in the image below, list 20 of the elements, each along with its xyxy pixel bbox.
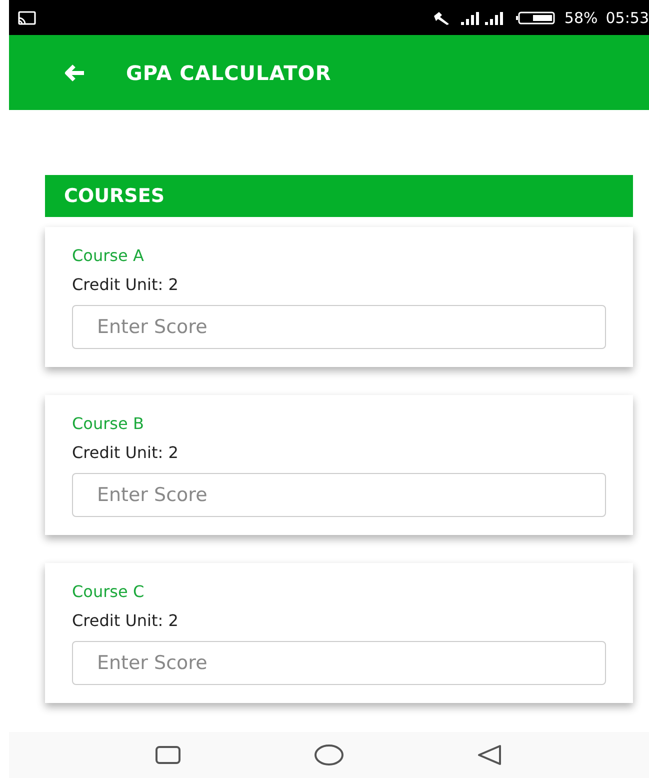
cast-icon [18,10,36,24]
battery-percent: 58% [564,8,598,26]
score-input[interactable]: Enter Score [72,473,606,517]
back-icon[interactable] [476,744,503,766]
app-title: GPA CALCULATOR [126,60,332,84]
back-button[interactable] [64,64,86,82]
score-input[interactable]: Enter Score [72,305,606,349]
score-input[interactable]: Enter Score [72,641,606,685]
clock: 05:53 [606,8,649,26]
section-title: COURSES [64,185,165,207]
credit-unit: Credit Unit: 2 [72,610,180,632]
credit-unit: Credit Unit: 2 [72,274,180,296]
credit-unit: Credit Unit: 2 [72,442,180,464]
battery-icon [516,10,556,24]
back-arrow-icon [64,64,86,82]
course-name: Course B [72,413,145,435]
recents-icon[interactable] [155,745,182,765]
course-name: Course C [72,581,146,603]
home-icon[interactable] [314,744,344,766]
course-name: Course A [72,245,145,267]
